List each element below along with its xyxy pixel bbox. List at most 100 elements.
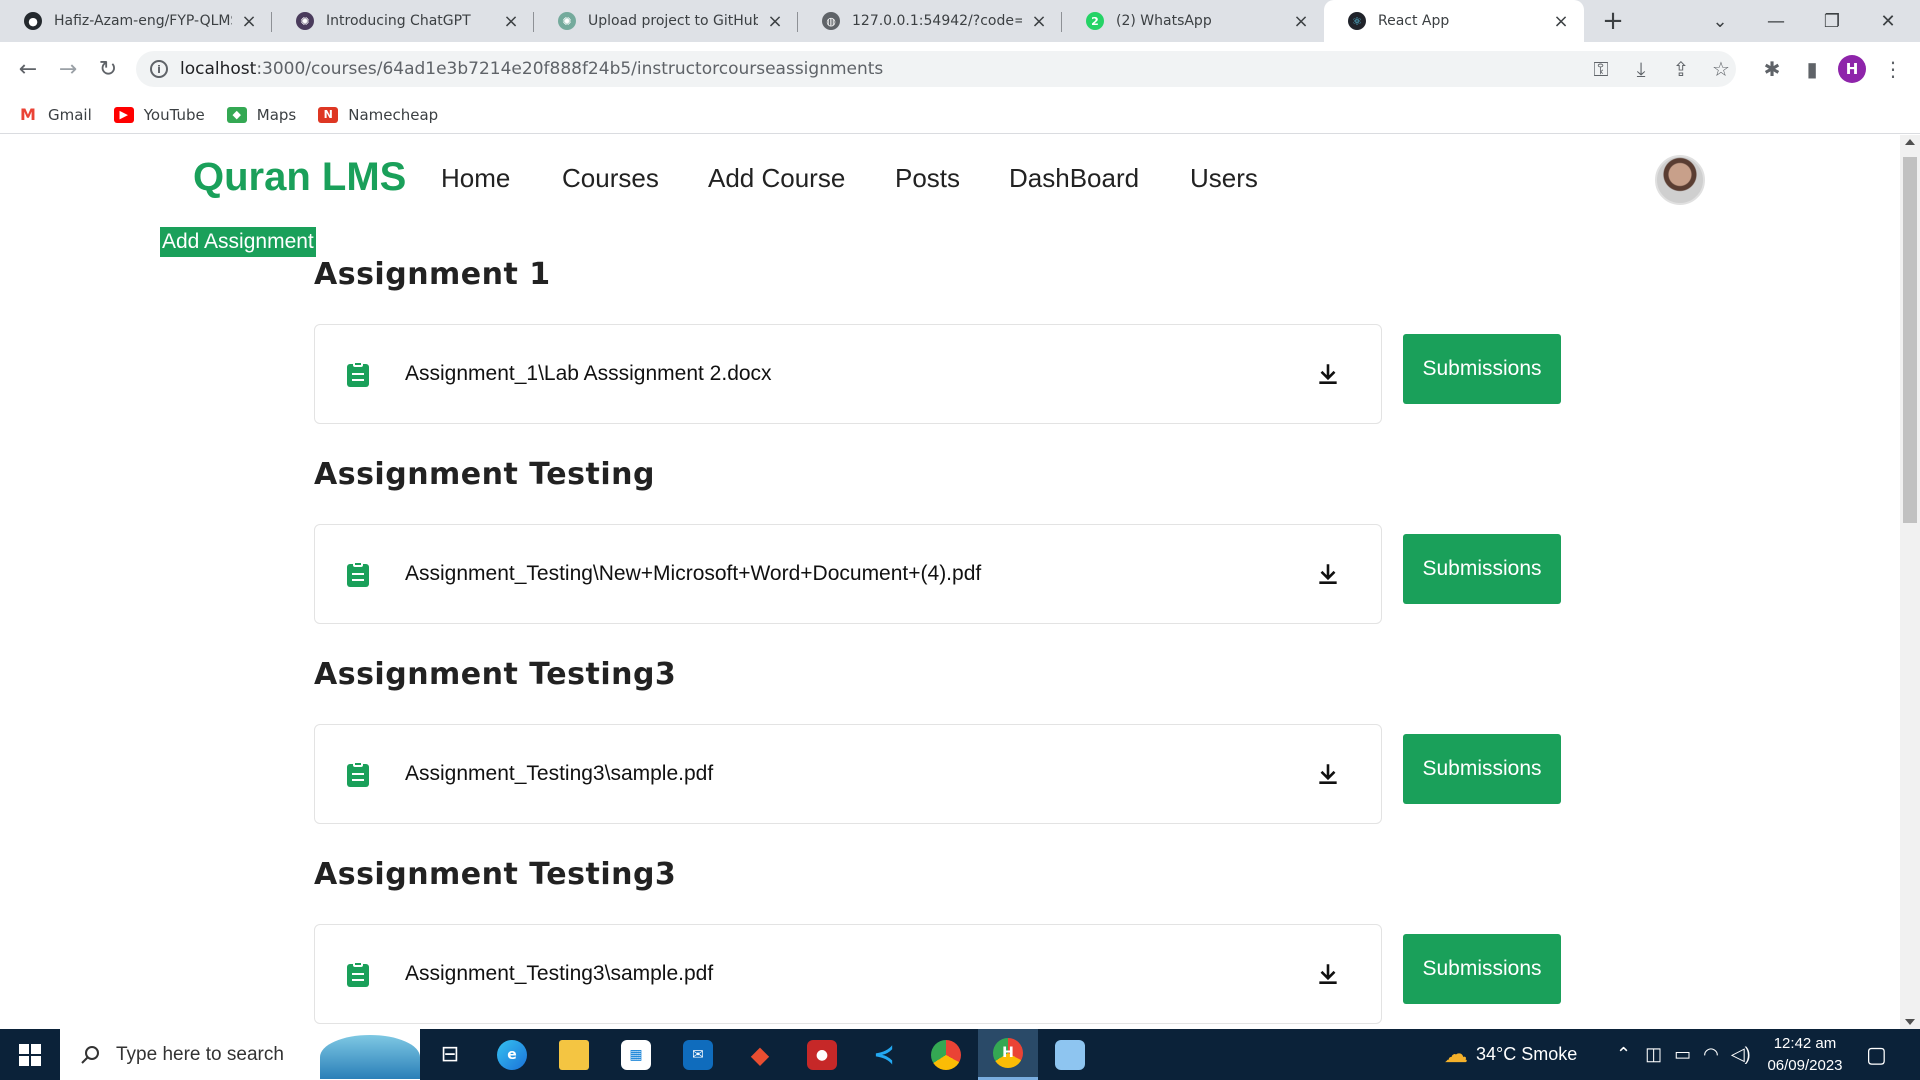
address-bar[interactable]: i localhost:3000/courses/64ad1e3b7214e20…: [136, 51, 1736, 87]
close-tab-icon[interactable]: ×: [1552, 11, 1570, 32]
react-icon: ⚛: [1348, 12, 1366, 30]
bookmark-youtube[interactable]: ▶ YouTube: [113, 106, 205, 124]
assignment-file-card: Assignment_Testing3\sample.pdf: [314, 924, 1382, 1024]
assignment-file-name: Assignment_1\Lab Asssignment 2.docx: [405, 362, 772, 385]
maps-icon: ◆: [226, 106, 247, 123]
windows-start-icon[interactable]: [0, 1029, 60, 1080]
browser-tab-active[interactable]: ⚛ React App ×: [1324, 0, 1584, 42]
browser-tab[interactable]: ✺ Introducing ChatGPT ×: [272, 0, 534, 42]
clock-time: 12:42 am: [1773, 1035, 1837, 1052]
browser-tab[interactable]: ● Hafiz-Azam-eng/FYP-QLMS ×: [0, 0, 272, 42]
tab-search-icon[interactable]: ⌄: [1692, 0, 1748, 42]
close-window-button[interactable]: ✕: [1860, 0, 1916, 42]
close-tab-icon[interactable]: ×: [240, 11, 258, 32]
reload-icon[interactable]: ↻: [92, 53, 124, 85]
assignment-icon: [347, 361, 369, 387]
restore-button[interactable]: ❐: [1804, 0, 1860, 42]
assignment-file-card: Assignment_1\Lab Asssignment 2.docx: [314, 324, 1382, 424]
minimize-button[interactable]: —: [1748, 0, 1804, 42]
assignment-file-card: Assignment_Testing3\sample.pdf: [314, 724, 1382, 824]
back-icon[interactable]: ←: [12, 53, 44, 85]
user-avatar[interactable]: [1655, 155, 1705, 205]
search-icon: [81, 1045, 99, 1064]
weather-widget[interactable]: ☁ 34°C Smoke: [1444, 1029, 1577, 1080]
new-tab-button[interactable]: +: [1598, 6, 1628, 36]
gmail-icon: M: [20, 105, 36, 124]
assignment-icon: [347, 561, 369, 587]
nav-courses[interactable]: Courses: [562, 163, 659, 194]
extensions-icon[interactable]: ✱: [1755, 52, 1789, 86]
battery-icon[interactable]: ▭: [1674, 1044, 1691, 1065]
menu-icon[interactable]: ⋮: [1876, 52, 1910, 86]
download-icon[interactable]: [1315, 961, 1341, 987]
taskbar-search-box[interactable]: Type here to search: [60, 1029, 420, 1080]
side-panel-icon[interactable]: ▮: [1795, 52, 1829, 86]
submissions-button[interactable]: Submissions: [1403, 334, 1561, 404]
submissions-button[interactable]: Submissions: [1403, 734, 1561, 804]
close-tab-icon[interactable]: ×: [502, 11, 520, 32]
task-view-icon[interactable]: ⊟: [420, 1029, 480, 1080]
close-tab-icon[interactable]: ×: [1030, 11, 1048, 32]
meet-now-icon[interactable]: ◫: [1645, 1044, 1662, 1065]
mail-icon[interactable]: ✉: [668, 1029, 728, 1080]
nav-dashboard[interactable]: DashBoard: [1009, 163, 1139, 194]
youtube-icon: ▶: [113, 106, 134, 123]
submissions-button[interactable]: Submissions: [1403, 934, 1561, 1004]
scroll-down-arrow-icon[interactable]: [1905, 1019, 1915, 1025]
page-scrollbar[interactable]: [1900, 135, 1920, 1029]
forward-icon[interactable]: →: [52, 53, 84, 85]
openai-icon: ✺: [296, 12, 314, 30]
taskbar-clock[interactable]: 12:42 am 06/09/2023: [1760, 1033, 1850, 1077]
assignment-file-name: Assignment_Testing\New+Microsoft+Word+Do…: [405, 562, 982, 585]
scrollbar-thumb[interactable]: [1903, 157, 1917, 523]
scroll-up-arrow-icon[interactable]: [1905, 139, 1915, 145]
submissions-button[interactable]: Submissions: [1403, 534, 1561, 604]
chrome-icon[interactable]: [916, 1029, 976, 1080]
photos-icon[interactable]: [1040, 1029, 1100, 1080]
screen-recorder-icon[interactable]: ●: [792, 1029, 852, 1080]
browser-tab[interactable]: 2 (2) WhatsApp ×: [1062, 0, 1324, 42]
tab-title: 127.0.0.1:54942/?code=aa9: [852, 13, 1022, 29]
wifi-icon[interactable]: ◠: [1703, 1044, 1719, 1065]
nav-users[interactable]: Users: [1190, 163, 1258, 194]
profile-avatar[interactable]: H: [1838, 55, 1866, 83]
download-icon[interactable]: [1315, 561, 1341, 587]
weather-icon: ☁: [1444, 1041, 1468, 1068]
bookmark-star-icon[interactable]: ☆: [1704, 52, 1738, 86]
site-info-icon[interactable]: i: [150, 60, 168, 78]
close-tab-icon[interactable]: ×: [766, 11, 784, 32]
edge-icon[interactable]: e: [482, 1029, 542, 1080]
file-explorer-icon[interactable]: [544, 1029, 604, 1080]
download-icon[interactable]: [1315, 761, 1341, 787]
volume-icon[interactable]: ◁): [1731, 1044, 1751, 1065]
bookmark-gmail[interactable]: M Gmail: [18, 105, 92, 124]
vscode-icon[interactable]: ≺: [854, 1029, 914, 1080]
add-assignment-button[interactable]: Add Assignment: [160, 227, 316, 257]
chrome-profile-icon[interactable]: H: [978, 1029, 1038, 1080]
git-icon[interactable]: ◆: [730, 1029, 790, 1080]
tab-title: Hafiz-Azam-eng/FYP-QLMS: [54, 13, 232, 29]
browser-tab[interactable]: ◍ 127.0.0.1:54942/?code=aa9 ×: [798, 0, 1062, 42]
close-tab-icon[interactable]: ×: [1292, 11, 1310, 32]
download-icon[interactable]: [1315, 361, 1341, 387]
notification-icon[interactable]: ▢: [1866, 1029, 1887, 1080]
browser-tab[interactable]: ✺ Upload project to GitHub. ×: [534, 0, 798, 42]
assignment-title: Assignment Testing3: [314, 857, 677, 892]
tab-title: Upload project to GitHub.: [588, 13, 758, 29]
install-app-icon[interactable]: ⤓: [1624, 52, 1658, 86]
search-placeholder: Type here to search: [116, 1043, 284, 1065]
store-icon[interactable]: ▦: [606, 1029, 666, 1080]
show-hidden-icons-icon[interactable]: ⌃: [1616, 1044, 1631, 1065]
assignment-title: Assignment 1: [314, 257, 551, 292]
bookmark-namecheap[interactable]: N Namecheap: [318, 106, 438, 124]
key-icon[interactable]: ⚿: [1584, 52, 1618, 86]
nav-posts[interactable]: Posts: [895, 163, 960, 194]
clock-date: 06/09/2023: [1767, 1057, 1843, 1074]
share-icon[interactable]: ⇪: [1664, 52, 1698, 86]
tab-strip: ● Hafiz-Azam-eng/FYP-QLMS × ✺ Introducin…: [0, 0, 1920, 42]
nav-home[interactable]: Home: [441, 163, 510, 194]
brand-logo[interactable]: Quran LMS: [193, 155, 406, 200]
bookmark-maps[interactable]: ◆ Maps: [226, 106, 296, 124]
nav-add-course[interactable]: Add Course: [708, 163, 845, 194]
url-path: :3000/courses/64ad1e3b7214e20f888f24b5/i…: [256, 59, 884, 79]
